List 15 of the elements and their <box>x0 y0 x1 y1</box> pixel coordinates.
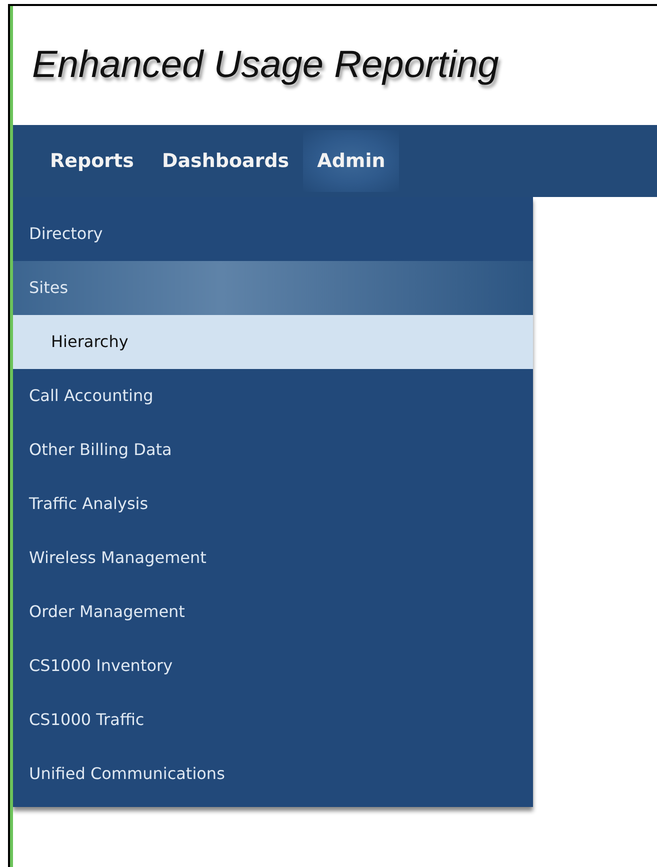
menu-item[interactable]: CS1000 Traffic <box>13 693 533 747</box>
menu-item[interactable]: Hierarchy <box>13 315 533 369</box>
menu-item[interactable]: Wireless Management <box>13 531 533 585</box>
menu-item[interactable]: Call Accounting <box>13 369 533 423</box>
menu-item[interactable]: Directory <box>13 207 533 261</box>
nav-item[interactable]: Dashboards <box>148 130 304 192</box>
menu-item[interactable]: Order Management <box>13 585 533 639</box>
menu-item[interactable]: CS1000 Inventory <box>13 639 533 693</box>
app-title: Enhanced Usage Reporting <box>32 44 499 87</box>
menu-item[interactable]: Other Billing Data <box>13 423 533 477</box>
nav-item[interactable]: Admin <box>303 130 400 192</box>
nav-item[interactable]: Reports <box>36 130 148 192</box>
menu-item[interactable]: Traffic Analysis <box>13 477 533 531</box>
menu-item[interactable]: Sites <box>13 261 533 315</box>
menu-item[interactable]: Unified Communications <box>13 747 533 801</box>
